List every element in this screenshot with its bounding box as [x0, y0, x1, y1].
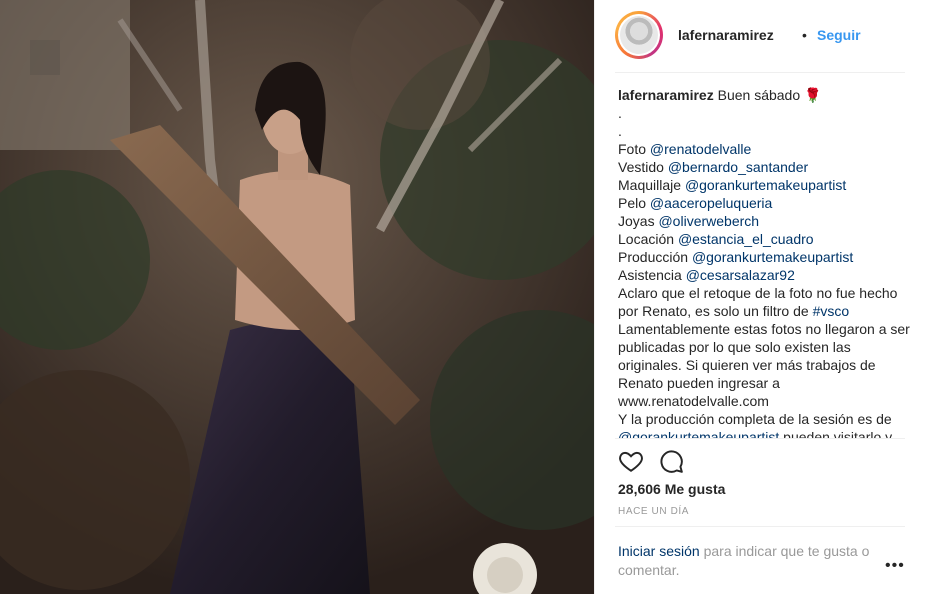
- likes-count[interactable]: 28,606 Me gusta: [618, 481, 725, 497]
- credit-label: Foto: [618, 141, 650, 157]
- credit-label: .: [618, 105, 622, 121]
- follow-button[interactable]: Seguir: [817, 27, 861, 43]
- more-options-icon[interactable]: •••: [885, 557, 905, 575]
- credit-label: Maquillaje: [618, 177, 685, 193]
- caption-paragraph-2: Lamentablemente estas fotos no llegaron …: [618, 321, 910, 409]
- mention-link[interactable]: @gorankurtemakeupartist: [692, 249, 853, 265]
- caption-credit-line: Locación @estancia_el_cuadro: [618, 230, 910, 248]
- caption-paragraph-1: Aclaro que el retoque de la foto no fue …: [618, 285, 898, 319]
- post-header: lafernaramirez • Seguir: [595, 0, 929, 72]
- mention-link[interactable]: @gorankurtemakeupartist: [685, 177, 846, 193]
- caption-first-line: Buen sábado 🌹: [717, 87, 822, 103]
- photo-illustration: [0, 0, 594, 594]
- caption-username[interactable]: lafernaramirez: [618, 87, 714, 103]
- caption-credit-line: Vestido @bernardo_santander: [618, 158, 910, 176]
- caption-credit-line: .: [618, 104, 910, 122]
- comment-icon[interactable]: [658, 448, 684, 474]
- mention-link[interactable]: @aaceropeluqueria: [650, 195, 772, 211]
- caption-paragraph-3-tail: pueden visitarlo y: [779, 429, 893, 438]
- caption-credit-line: Asistencia @cesarsalazar92: [618, 266, 910, 284]
- caption-credit-line: Maquillaje @gorankurtemakeupartist: [618, 176, 910, 194]
- post-caption: lafernaramirez Buen sábado 🌹 .. Foto @ren…: [618, 86, 910, 438]
- login-link[interactable]: Iniciar sesión: [618, 543, 700, 559]
- instagram-post: lafernaramirez • Seguir lafernaramirez B…: [0, 0, 929, 594]
- header-username[interactable]: lafernaramirez: [678, 27, 774, 43]
- credit-label: Producción: [618, 249, 692, 265]
- mention-link[interactable]: @oliverweberch: [658, 213, 759, 229]
- credit-label: Pelo: [618, 195, 650, 211]
- header-divider: [615, 72, 905, 73]
- login-divider: [615, 526, 905, 527]
- hashtag-link[interactable]: #vsco: [813, 303, 850, 319]
- post-timestamp: HACE UN DÍA: [618, 506, 690, 517]
- caption-credit-line: Joyas @oliverweberch: [618, 212, 910, 230]
- credit-label: Locación: [618, 231, 678, 247]
- mention-link[interactable]: @bernardo_santander: [668, 159, 808, 175]
- credit-label: Vestido: [618, 159, 668, 175]
- mention-link[interactable]: @renatodelvalle: [650, 141, 751, 157]
- credit-label: Joyas: [618, 213, 659, 229]
- caption-credit-line: Pelo @aaceropeluqueria: [618, 194, 910, 212]
- caption-credit-line: Producción @gorankurtemakeupartist: [618, 248, 910, 266]
- post-side-panel: lafernaramirez • Seguir lafernaramirez B…: [594, 0, 929, 594]
- post-actions: [618, 448, 684, 474]
- mention-link[interactable]: @estancia_el_cuadro: [678, 231, 814, 247]
- heart-icon[interactable]: [618, 448, 644, 474]
- credit-label: .: [618, 123, 622, 139]
- caption-credit-line: Foto @renatodelvalle: [618, 140, 910, 158]
- credit-label: Asistencia: [618, 267, 686, 283]
- header-separator: •: [802, 27, 807, 43]
- caption-credits: .. Foto @renatodelvalle Vestido @bernardo_…: [618, 104, 910, 284]
- actions-divider: [615, 438, 905, 439]
- avatar[interactable]: [615, 11, 663, 59]
- caption-paragraph-3: Y la producción completa de la sesión es…: [618, 411, 892, 427]
- mention-link[interactable]: @gorankurtemakeupartist: [618, 429, 779, 438]
- login-prompt: Iniciar sesión para indicar que te gusta…: [618, 542, 898, 580]
- mention-link[interactable]: @cesarsalazar92: [686, 267, 795, 283]
- post-photo[interactable]: [0, 0, 594, 594]
- caption-credit-line: .: [618, 122, 910, 140]
